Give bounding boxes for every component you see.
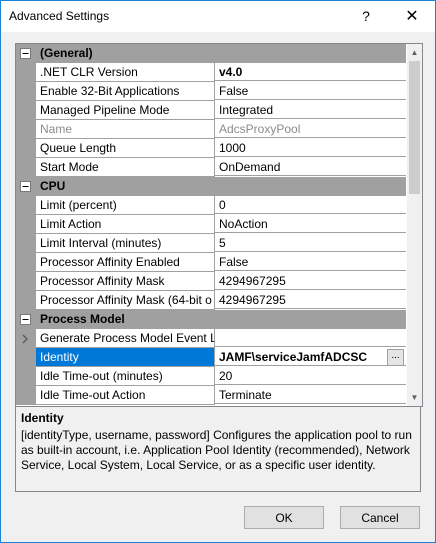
row-margin xyxy=(16,120,36,139)
property-row[interactable]: Enable 32-Bit Applications False xyxy=(16,82,406,101)
category-label: Process Model xyxy=(40,312,125,326)
row-margin xyxy=(16,272,36,291)
row-margin xyxy=(16,348,36,367)
property-name[interactable]: Managed Pipeline Mode xyxy=(36,101,215,120)
category-label: CPU xyxy=(40,179,66,193)
description-text: [identityType, username, password] Confi… xyxy=(21,428,412,472)
row-margin xyxy=(16,63,36,82)
edit-identity-button[interactable]: ... xyxy=(387,349,404,366)
property-value[interactable]: False xyxy=(215,253,406,271)
row-margin xyxy=(16,329,36,348)
property-value[interactable]: 20 xyxy=(215,367,406,385)
property-grid[interactable]: (General) .NET CLR Version v4.0 Enable 32-B… xyxy=(15,43,423,407)
property-name[interactable]: Idle Time-out Action xyxy=(36,386,215,405)
property-value[interactable]: 5 xyxy=(215,234,406,252)
row-margin xyxy=(16,101,36,120)
ok-button[interactable]: OK xyxy=(244,506,324,529)
property-value[interactable]: 0 xyxy=(215,196,406,214)
row-margin xyxy=(16,139,36,158)
vertical-scrollbar[interactable]: ▲ ▼ xyxy=(407,44,422,406)
property-name[interactable]: Enable 32-Bit Applications xyxy=(36,82,215,101)
property-name[interactable]: Generate Process Model Event L xyxy=(36,329,215,348)
window-title: Advanced Settings xyxy=(9,9,110,23)
property-name[interactable]: Limit (percent) xyxy=(36,196,215,215)
property-value[interactable]: AdcsProxyPool xyxy=(215,120,406,138)
help-button[interactable]: ? xyxy=(343,1,389,32)
row-margin xyxy=(16,291,36,310)
property-name[interactable]: Limit Interval (minutes) xyxy=(36,234,215,253)
property-name[interactable]: Idle Time-out (minutes) xyxy=(36,367,215,386)
property-value[interactable]: OnDemand xyxy=(215,158,406,176)
scroll-up-arrow-icon[interactable]: ▲ xyxy=(407,44,422,61)
row-margin xyxy=(16,367,36,386)
collapse-icon[interactable] xyxy=(20,48,31,59)
property-value[interactable]: 1000 xyxy=(215,139,406,157)
row-margin xyxy=(16,386,36,405)
property-name[interactable]: Name xyxy=(36,120,215,139)
title-bar: Advanced Settings ? ✕ xyxy=(1,1,435,32)
property-row[interactable]: Managed Pipeline Mode Integrated xyxy=(16,101,406,120)
property-value[interactable]: v4.0 xyxy=(215,63,406,81)
property-row[interactable]: Name AdcsProxyPool xyxy=(16,120,406,139)
property-value[interactable]: Terminate xyxy=(215,386,406,404)
property-row[interactable]: Limit (percent) 0 xyxy=(16,196,406,215)
property-name[interactable]: Start Mode xyxy=(36,158,215,177)
expand-arrow-icon[interactable] xyxy=(22,333,29,347)
property-row[interactable]: Limit Interval (minutes) 5 xyxy=(16,234,406,253)
property-row[interactable]: .NET CLR Version v4.0 xyxy=(16,63,406,82)
collapse-icon[interactable] xyxy=(20,314,31,325)
property-value[interactable] xyxy=(215,329,406,347)
property-row[interactable]: Processor Affinity Enabled False xyxy=(16,253,406,272)
property-row[interactable]: Start Mode OnDemand xyxy=(16,158,406,177)
property-value[interactable]: JAMF\serviceJamfADCSC xyxy=(215,348,406,366)
property-row[interactable]: Processor Affinity Mask 4294967295 xyxy=(16,272,406,291)
category-row[interactable]: Process Model xyxy=(16,310,406,329)
property-value[interactable]: NoAction xyxy=(215,215,406,233)
description-panel: Identity [identityType, username, passwo… xyxy=(15,406,421,492)
property-name[interactable]: Processor Affinity Enabled xyxy=(36,253,215,272)
property-name[interactable]: Identity xyxy=(36,348,215,367)
row-margin xyxy=(16,196,36,215)
property-value[interactable]: Integrated xyxy=(215,101,406,119)
property-row[interactable]: Idle Time-out Action Terminate xyxy=(16,386,406,405)
row-margin xyxy=(16,215,36,234)
property-value[interactable]: False xyxy=(215,82,406,100)
description-title: Identity xyxy=(21,411,64,425)
property-name[interactable]: Processor Affinity Mask xyxy=(36,272,215,291)
property-rows: (General) .NET CLR Version v4.0 Enable 32-B… xyxy=(16,44,406,405)
advanced-settings-dialog: Advanced Settings ? ✕ (General) .NET CLR … xyxy=(0,0,436,543)
row-margin xyxy=(16,82,36,101)
category-label: (General) xyxy=(40,46,93,60)
category-row[interactable]: (General) xyxy=(16,44,406,63)
property-row[interactable]: Queue Length 1000 xyxy=(16,139,406,158)
collapse-icon[interactable] xyxy=(20,181,31,192)
property-value[interactable]: 4294967295 xyxy=(215,291,406,309)
property-row[interactable]: Processor Affinity Mask (64-bit o 4294967… xyxy=(16,291,406,310)
property-row[interactable]: Limit Action NoAction xyxy=(16,215,406,234)
property-name[interactable]: .NET CLR Version xyxy=(36,63,215,82)
property-value[interactable]: 4294967295 xyxy=(215,272,406,290)
property-row[interactable]: Identity JAMF\serviceJamfADCSC... xyxy=(16,348,406,367)
scroll-down-arrow-icon[interactable]: ▼ xyxy=(407,389,422,406)
row-margin xyxy=(16,253,36,272)
close-button[interactable]: ✕ xyxy=(389,1,435,32)
category-row[interactable]: CPU xyxy=(16,177,406,196)
cancel-button[interactable]: Cancel xyxy=(340,506,420,529)
scrollbar-thumb[interactable] xyxy=(409,61,420,194)
property-name[interactable]: Queue Length xyxy=(36,139,215,158)
row-margin xyxy=(16,158,36,177)
row-margin xyxy=(16,234,36,253)
property-name[interactable]: Limit Action xyxy=(36,215,215,234)
property-row[interactable]: Generate Process Model Event L xyxy=(16,329,406,348)
property-name[interactable]: Processor Affinity Mask (64-bit o xyxy=(36,291,215,310)
property-row[interactable]: Idle Time-out (minutes) 20 xyxy=(16,367,406,386)
